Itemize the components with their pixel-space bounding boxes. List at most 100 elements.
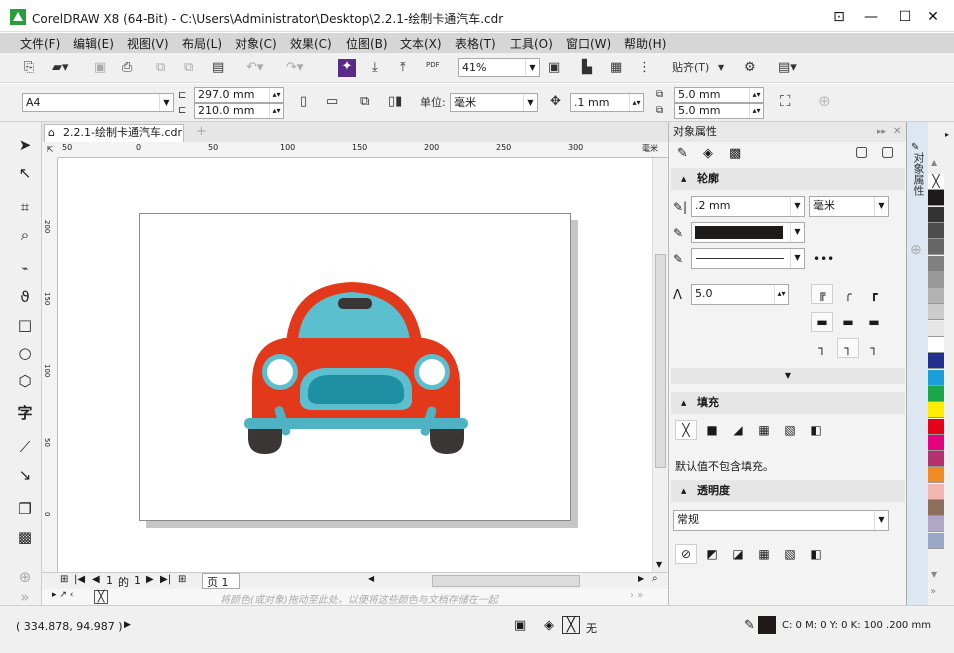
- search-content-icon[interactable]: ✦: [338, 59, 356, 77]
- frame-icon[interactable]: ▢: [855, 144, 868, 160]
- full-screen-icon[interactable]: ▣: [548, 60, 560, 76]
- copy-icon[interactable]: ⧉: [184, 60, 193, 76]
- color-swatch[interactable]: [928, 353, 944, 370]
- first-page-icon[interactable]: |◀: [74, 574, 85, 585]
- menu-bitmap[interactable]: 位图(B): [346, 35, 388, 52]
- outline-expand-icon[interactable]: ▼: [671, 368, 905, 384]
- drop-shadow-tool-icon[interactable]: ❐: [14, 498, 36, 520]
- uniform-fill-icon[interactable]: ■: [701, 420, 723, 440]
- next-page-icon[interactable]: ▶: [146, 574, 154, 585]
- texture-fill-icon[interactable]: ▧: [779, 420, 801, 440]
- color-swatch[interactable]: [928, 190, 944, 207]
- snap-to-menu[interactable]: 贴齐(T): [672, 60, 709, 76]
- outline-section-header[interactable]: 轮廓: [671, 168, 905, 190]
- previous-page-icon[interactable]: ◀: [92, 574, 100, 585]
- corner-bevel-icon[interactable]: ┏: [863, 284, 885, 304]
- cap-extended-icon[interactable]: ▬: [863, 312, 885, 332]
- add-icon[interactable]: ⊕: [818, 93, 831, 109]
- menu-table[interactable]: 表格(T): [455, 35, 496, 52]
- menu-edit[interactable]: 编辑(E): [73, 35, 114, 52]
- scroll-right-icon[interactable]: ▶: [638, 574, 644, 583]
- zoom-level-select[interactable]: 41% ▼: [458, 58, 540, 77]
- color-swatch[interactable]: [928, 222, 944, 239]
- duplicate-y-field[interactable]: 5.0 mm ▴▾: [674, 103, 764, 119]
- nudge-distance-field[interactable]: .1 mm ▴▾: [570, 93, 644, 112]
- save-icon[interactable]: ▣: [94, 60, 106, 76]
- color-swatch[interactable]: [928, 337, 944, 353]
- outline-pen-icon[interactable]: ✎: [677, 146, 688, 161]
- status-menu-icon[interactable]: ▶: [124, 620, 131, 630]
- add-page-after-icon[interactable]: ⊞: [178, 574, 186, 585]
- vertical-ruler[interactable]: 200 150 100 50 0: [42, 158, 58, 573]
- paper-size-select[interactable]: A4 ▼: [22, 93, 174, 112]
- color-swatch[interactable]: [928, 532, 944, 549]
- maximize-button[interactable]: ☐: [892, 6, 918, 28]
- pdf-icon[interactable]: PDF: [426, 57, 440, 73]
- panel-close-icon[interactable]: ✕: [893, 122, 901, 142]
- fountain-fill-icon[interactable]: ◢: [727, 420, 749, 440]
- last-page-icon[interactable]: ▶|: [160, 574, 171, 585]
- landscape-icon[interactable]: ▭: [326, 94, 338, 110]
- pick-tool-icon[interactable]: ➤: [14, 134, 36, 156]
- redo-icon[interactable]: ↷▾: [286, 60, 303, 76]
- more-options-icon[interactable]: •••: [813, 252, 834, 266]
- polygon-tool-icon[interactable]: ⬡: [14, 370, 36, 392]
- texture-transparency-icon[interactable]: ▧: [779, 544, 801, 564]
- menu-effects[interactable]: 效果(C): [290, 35, 332, 52]
- print-icon[interactable]: ⎙: [122, 60, 132, 76]
- vertical-scrollbar[interactable]: ▼: [652, 158, 668, 572]
- position-center-icon[interactable]: ┐: [837, 338, 859, 358]
- menu-window[interactable]: 窗口(W): [566, 35, 611, 52]
- bitmap-transparency-icon[interactable]: ◧: [805, 544, 827, 564]
- no-color-swatch[interactable]: ╳: [928, 174, 944, 190]
- position-outside-icon[interactable]: ┐: [811, 338, 833, 358]
- cut-icon[interactable]: ⧉: [156, 60, 165, 76]
- add-docker-icon[interactable]: ⊕: [910, 242, 922, 258]
- uniform-transparency-icon[interactable]: ◩: [701, 544, 723, 564]
- undo-icon[interactable]: ↶▾: [246, 60, 263, 76]
- postscript-fill-icon[interactable]: ◧: [805, 420, 827, 440]
- outline-width-field[interactable]: .2 mm ▼: [691, 196, 805, 217]
- unit-select[interactable]: 毫米 ▼: [450, 93, 538, 112]
- transparency-icon[interactable]: ▩: [729, 146, 741, 161]
- add-page-before-icon[interactable]: ⊞: [60, 574, 68, 585]
- horizontal-ruler[interactable]: 50 0 50 100 150 200 250 300 毫米: [58, 142, 668, 158]
- page-height-field[interactable]: 210.0 mm ▴▾: [194, 103, 284, 119]
- fill-section-header[interactable]: 填充: [671, 392, 905, 414]
- shape-tool-icon[interactable]: ↖: [14, 162, 36, 184]
- menu-layout[interactable]: 布局(L): [182, 35, 222, 52]
- menu-file[interactable]: 文件(F): [20, 35, 60, 52]
- portrait-icon[interactable]: ▯: [300, 94, 307, 110]
- connector-tool-icon[interactable]: ↘: [14, 464, 36, 486]
- new-document-icon[interactable]: ⎘: [24, 60, 34, 76]
- grid-icon[interactable]: ▦: [610, 60, 622, 76]
- object-properties-docker-tab[interactable]: 对象属性: [910, 152, 926, 196]
- color-swatch[interactable]: [928, 402, 944, 419]
- flyout-arrow-icon[interactable]: ▸: [945, 130, 949, 139]
- color-swatch[interactable]: [928, 385, 944, 402]
- duplicate-x-field[interactable]: 5.0 mm ▴▾: [674, 87, 764, 103]
- options-gear-icon[interactable]: ⚙: [744, 60, 756, 76]
- outline-color-status-swatch[interactable]: [758, 616, 776, 634]
- color-swatch[interactable]: [928, 451, 944, 468]
- color-swatch[interactable]: [928, 483, 944, 500]
- transparency-mode-select[interactable]: 常规 ▼: [673, 510, 889, 531]
- cap-round-icon[interactable]: ▬: [837, 312, 859, 332]
- scroll-left-icon[interactable]: ◀: [368, 574, 374, 583]
- menu-object[interactable]: 对象(C): [235, 35, 277, 52]
- fountain-transparency-icon[interactable]: ◪: [727, 544, 749, 564]
- color-swatch[interactable]: [928, 255, 944, 272]
- page-width-field[interactable]: 297.0 mm ▴▾: [194, 87, 284, 103]
- transparency-tool-icon[interactable]: ▩: [14, 526, 36, 548]
- corner-round-icon[interactable]: ╭: [837, 284, 859, 304]
- color-swatch[interactable]: [928, 239, 944, 256]
- freehand-tool-icon[interactable]: ⌁: [14, 258, 36, 280]
- no-color-swatch-icon[interactable]: ╳: [94, 590, 108, 604]
- export-icon[interactable]: ⤒: [400, 60, 406, 76]
- current-page-icon[interactable]: ▯▮: [388, 94, 402, 110]
- guidelines-icon[interactable]: ⋮: [638, 60, 651, 76]
- palette-scroll-icon[interactable]: › »: [630, 590, 643, 601]
- ellipse-tool-icon[interactable]: ○: [14, 342, 36, 364]
- corner-miter-icon[interactable]: ╔: [811, 284, 833, 304]
- horizontal-scroll-thumb[interactable]: [432, 575, 580, 587]
